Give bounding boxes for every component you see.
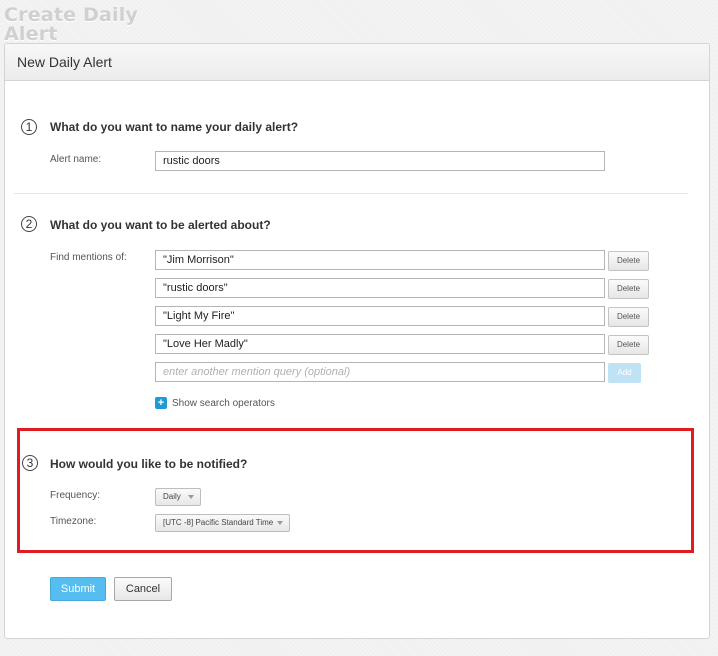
mention-input-2[interactable]: [155, 278, 605, 298]
plus-icon[interactable]: +: [155, 397, 167, 409]
find-mentions-label: Find mentions of:: [50, 252, 127, 263]
chevron-down-icon: [188, 495, 194, 499]
step-2-question: What do you want to be alerted about?: [50, 218, 271, 232]
delete-mention-button-2[interactable]: Delete: [608, 279, 649, 299]
section-divider: [14, 193, 688, 194]
frequency-value: Daily: [163, 492, 181, 501]
mention-input-4[interactable]: [155, 334, 605, 354]
delete-mention-button-3[interactable]: Delete: [608, 307, 649, 327]
step-1-number: 1: [21, 119, 37, 135]
submit-button[interactable]: Submit: [50, 577, 106, 601]
chevron-down-icon: [277, 521, 283, 525]
alert-name-input[interactable]: [155, 151, 605, 171]
frequency-label: Frequency:: [50, 490, 101, 501]
step-1-question: What do you want to name your daily aler…: [50, 120, 299, 134]
step-2-number: 2: [21, 216, 37, 232]
new-mention-input[interactable]: [155, 362, 605, 382]
timezone-value: [UTC -8] Pacific Standard Time: [163, 518, 274, 527]
panel-title: New Daily Alert: [17, 54, 112, 70]
cancel-button[interactable]: Cancel: [114, 577, 172, 601]
timezone-label: Timezone:: [50, 516, 97, 527]
show-search-operators-link[interactable]: Show search operators: [172, 398, 275, 409]
add-mention-button[interactable]: Add: [608, 363, 641, 383]
timezone-dropdown[interactable]: [UTC -8] Pacific Standard Time: [155, 514, 290, 532]
mention-input-1[interactable]: [155, 250, 605, 270]
step-3-question: How would you like to be notified?: [50, 457, 248, 471]
mention-input-3[interactable]: [155, 306, 605, 326]
highlight-box: [17, 428, 694, 553]
frequency-dropdown[interactable]: Daily: [155, 488, 201, 506]
delete-mention-button-1[interactable]: Delete: [608, 251, 649, 271]
delete-mention-button-4[interactable]: Delete: [608, 335, 649, 355]
step-3-number: 3: [22, 455, 38, 471]
alert-name-label: Alert name:: [50, 154, 102, 165]
page-title: Create Daily Alert: [4, 4, 139, 45]
